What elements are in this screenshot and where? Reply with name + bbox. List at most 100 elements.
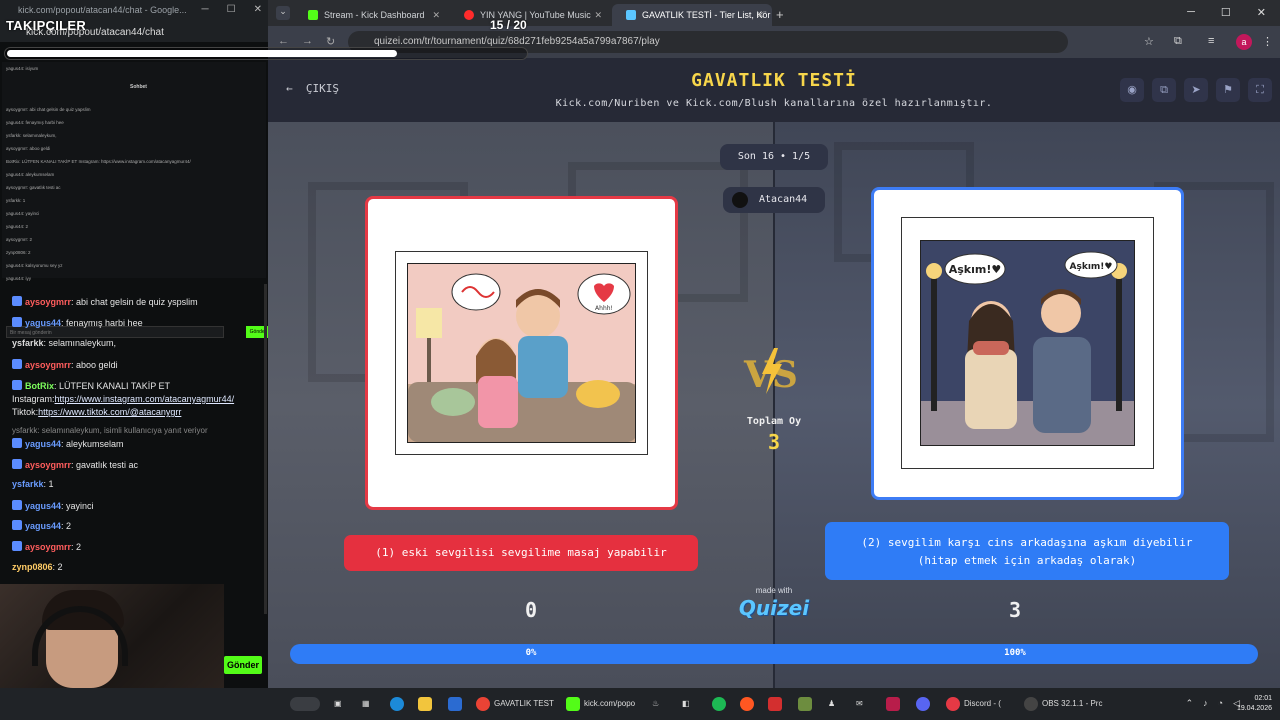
search-box[interactable] bbox=[290, 697, 320, 711]
taskbar-obs[interactable]: OBS 32.1.1 - Prc bbox=[1024, 696, 1102, 712]
app-icon[interactable] bbox=[768, 696, 786, 712]
app-icon[interactable] bbox=[886, 696, 904, 712]
chat-username[interactable]: aysoygmrr bbox=[25, 460, 71, 470]
chat-message: aysoygmrr: 2 bbox=[12, 541, 81, 552]
tab-gavatlik-testi[interactable]: GAVATLIK TESTİ - Tier List, Kör ✕ bbox=[612, 4, 772, 26]
right-vote-percent: 100% bbox=[1004, 648, 1026, 658]
taskbar-kick[interactable]: kick.com/popo bbox=[566, 696, 635, 712]
chat-text: : 1 bbox=[43, 479, 54, 489]
chat-username[interactable]: aysoygmrr bbox=[25, 360, 71, 370]
quizei-logo[interactable]: Quizei bbox=[734, 596, 814, 620]
desktop: kick.com/popout/atacan44/chat - Google..… bbox=[0, 0, 1280, 720]
chat-username[interactable]: zynp0806 bbox=[12, 562, 53, 572]
app-icon[interactable] bbox=[740, 696, 758, 712]
chat-message: aysoygmrr: gavatlık testi ac bbox=[12, 459, 138, 470]
media-icon[interactable]: ≡ bbox=[1208, 35, 1214, 47]
chat-username[interactable]: yagus44 bbox=[25, 439, 61, 449]
maximize-icon[interactable]: ☐ bbox=[227, 4, 236, 15]
app-icon[interactable]: ♟ bbox=[828, 696, 835, 712]
close-tab-icon[interactable]: ✕ bbox=[594, 10, 602, 21]
chat-message: Instagram:https://www.instagram.com/atac… bbox=[12, 394, 234, 404]
follower-goal-bar bbox=[4, 47, 528, 60]
minimize-icon[interactable]: ─ bbox=[202, 4, 209, 15]
taskbar-discord-icon[interactable] bbox=[916, 696, 934, 712]
maximize-icon[interactable]: ☐ bbox=[1221, 6, 1231, 19]
epic-icon[interactable]: ◧ bbox=[682, 696, 690, 712]
chat-scrollbar[interactable] bbox=[264, 284, 267, 614]
chat-message: aysoygmrr: aboo geldi bbox=[12, 359, 118, 370]
tab-search-icon[interactable]: ⌄ bbox=[276, 6, 290, 20]
chat-text: : 2 bbox=[61, 521, 72, 531]
profile-avatar[interactable]: a bbox=[1236, 34, 1252, 50]
edge-icon[interactable] bbox=[390, 696, 408, 712]
link-icon[interactable]: ⧉ bbox=[1152, 78, 1176, 102]
chat-username[interactable]: aysoygmrr bbox=[25, 297, 71, 307]
chat-message: yagus44: aleykumselam bbox=[12, 438, 124, 449]
bookmark-star-icon[interactable]: ☆ bbox=[1144, 35, 1154, 48]
option-card-right[interactable]: Aşkım!♥ Aşkım!♥ bbox=[871, 187, 1184, 500]
tab-strip: ⌄ Stream - Kick Dashboard ✕ YIN YANG | Y… bbox=[268, 0, 1280, 26]
chat-username[interactable]: yagus44 bbox=[25, 521, 61, 531]
chat-message: aysoygmrr: abi chat gelsin de quiz yspsl… bbox=[12, 296, 198, 307]
back-icon[interactable]: ← bbox=[278, 35, 289, 47]
chat-username[interactable]: yagus44 bbox=[25, 501, 61, 511]
tab-youtube-music[interactable]: YIN YANG | YouTube Music ✕ bbox=[450, 4, 610, 26]
mini-chat-line: aysoygmrr: 2 bbox=[6, 237, 33, 242]
tab-kick-dashboard[interactable]: Stream - Kick Dashboard ✕ bbox=[294, 4, 448, 26]
send-button[interactable]: Gönder bbox=[224, 656, 262, 674]
option-right-line2: (hitap etmek için arkadaş olarak) bbox=[917, 554, 1137, 567]
taskbar-label: GAVATLIK TEST bbox=[494, 699, 554, 708]
app-icon[interactable] bbox=[798, 696, 816, 712]
mini-chat-line: yagus44: isiyum bbox=[6, 66, 39, 71]
option-label-left[interactable]: (1) eski sevgilisi sevgilime masaj yapab… bbox=[344, 535, 698, 571]
chevron-up-icon[interactable]: ⌃ bbox=[1186, 698, 1194, 709]
minimize-icon[interactable]: ─ bbox=[1187, 6, 1195, 19]
close-tab-icon[interactable]: ✕ bbox=[756, 10, 764, 21]
close-tab-icon[interactable]: ✕ bbox=[432, 10, 440, 21]
close-icon[interactable]: ✕ bbox=[1257, 6, 1266, 19]
webcam-feed bbox=[0, 584, 224, 688]
chat-username[interactable]: yagus44 bbox=[25, 318, 61, 328]
send-icon[interactable]: ➤ bbox=[1184, 78, 1208, 102]
network-icon[interactable]: ◔ bbox=[1218, 698, 1223, 709]
right-vote-count: 3 bbox=[1008, 598, 1022, 622]
chat-username[interactable]: ysfarkk bbox=[12, 479, 44, 489]
option-card-left[interactable]: Ahhh! bbox=[365, 196, 678, 510]
mini-chat-line: BotRix: LÜTFEN KANALI TAKİP ET Instagram… bbox=[6, 159, 191, 164]
taskbar-chrome[interactable]: GAVATLIK TEST bbox=[476, 696, 554, 712]
svg-text:Aşkım!♥: Aşkım!♥ bbox=[949, 263, 1002, 276]
chat-username[interactable]: aysoygmrr bbox=[25, 542, 71, 552]
forward-icon[interactable]: → bbox=[302, 35, 313, 47]
task-view-icon[interactable]: ▣ bbox=[334, 696, 342, 712]
obs-icon bbox=[1024, 696, 1038, 711]
eye-icon[interactable]: ◉ bbox=[1120, 78, 1144, 102]
chat-text: Tiktok: bbox=[12, 407, 39, 417]
chat-text: : abi chat gelsin de quiz yspslim bbox=[71, 297, 198, 307]
fullscreen-icon[interactable]: ⛶ bbox=[1248, 78, 1272, 102]
flag-icon[interactable]: ⚑ bbox=[1216, 78, 1240, 102]
close-icon[interactable]: ✕ bbox=[254, 4, 262, 15]
follower-goal-count: 15 / 20 bbox=[490, 18, 527, 32]
app-icon[interactable]: ✉ bbox=[856, 696, 863, 712]
microphone-icon[interactable]: ♪ bbox=[1203, 698, 1208, 709]
mail-icon[interactable] bbox=[448, 696, 466, 712]
file-explorer-icon[interactable] bbox=[418, 696, 436, 712]
clock[interactable]: 02:01 19.04.2026 bbox=[1237, 694, 1272, 714]
taskbar-discord[interactable]: Discord - ( bbox=[946, 696, 1001, 712]
chat-link[interactable]: https://www.tiktok.com/@atacanygrr bbox=[38, 407, 181, 417]
mini-chat-line: yagus44: yayinci bbox=[6, 211, 40, 216]
chat-message: zynp0806: 2 bbox=[12, 562, 63, 572]
option-label-right[interactable]: (2) sevgilim karşı cins arkadaşına aşkım… bbox=[825, 522, 1229, 580]
chat-link[interactable]: https://www.instagram.com/atacanyagmur44… bbox=[55, 394, 235, 404]
steam-icon[interactable]: ♨ bbox=[652, 696, 659, 712]
chat-message: ysfarkk: selamınaleykum, bbox=[12, 338, 116, 348]
widgets-icon[interactable]: ▦ bbox=[362, 696, 370, 712]
menu-icon[interactable]: ⋮ bbox=[1262, 35, 1273, 48]
chat-username[interactable]: ysfarkk bbox=[12, 338, 44, 348]
new-tab-icon[interactable]: + bbox=[776, 7, 784, 22]
chat-badge-icon bbox=[12, 520, 22, 530]
left-vote-percent: 0% bbox=[525, 648, 537, 658]
spotify-icon[interactable] bbox=[712, 696, 730, 712]
extensions-icon[interactable]: ⧉ bbox=[1174, 35, 1182, 48]
chat-username[interactable]: BotRix bbox=[25, 381, 54, 391]
